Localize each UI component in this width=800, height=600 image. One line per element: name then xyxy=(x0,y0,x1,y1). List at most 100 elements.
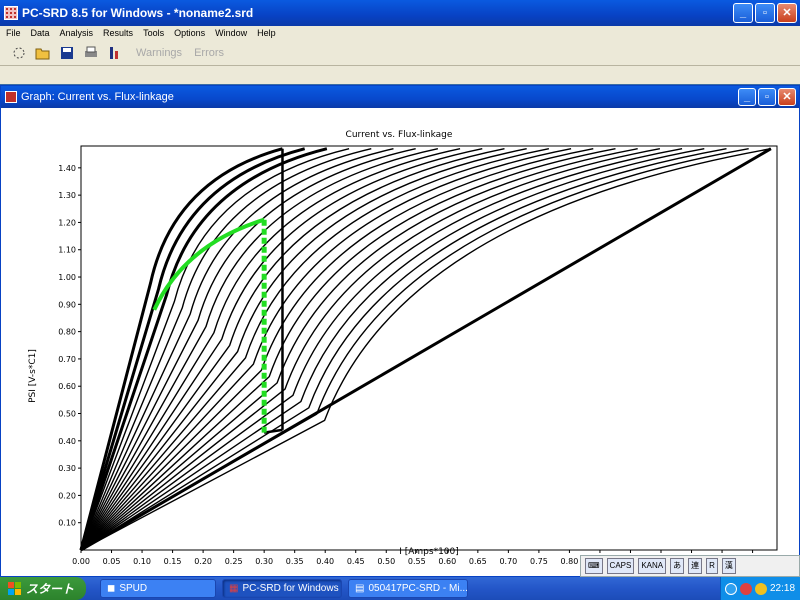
taskbar-item-word[interactable]: ▤ 050417PC-SRD - Mi... xyxy=(348,579,468,598)
graph-window: Graph: Current vs. Flux-linkage _ ▫ ✕ Cu… xyxy=(0,85,800,577)
mdi-background xyxy=(0,66,800,84)
y-tick-label: 0.40 xyxy=(58,437,76,446)
network-icon[interactable] xyxy=(725,582,737,595)
errors-button[interactable]: Errors xyxy=(194,47,224,59)
menu-file[interactable]: File xyxy=(6,28,21,38)
graph-window-controls: _ ▫ ✕ xyxy=(738,88,796,106)
graph-window-icon xyxy=(5,91,17,103)
boundary-base xyxy=(263,428,283,434)
current-flux-chart: Current vs. Flux-linkage 0.00 0.05 0.10 0.1… xyxy=(28,130,778,566)
language-bar: ⌨ CAPS KANA あ 連 R 漢 xyxy=(580,555,800,577)
menu-analysis[interactable]: Analysis xyxy=(60,28,94,38)
magnetization-curve xyxy=(80,148,505,551)
y-tick-label: 1.10 xyxy=(58,246,76,255)
kanji-mode[interactable]: 漢 xyxy=(721,558,736,574)
x-tick-label: 0.25 xyxy=(225,557,243,566)
y-tick-label: 1.00 xyxy=(58,273,76,282)
x-tick-label: 0.50 xyxy=(377,557,395,566)
x-tick-label: 0.00 xyxy=(72,557,90,566)
y-tick-label: 0.50 xyxy=(58,410,76,419)
print-button[interactable] xyxy=(82,44,100,62)
y-tick-label: 0.70 xyxy=(58,355,76,364)
x-tick-label: 0.60 xyxy=(438,557,456,566)
menu-bar: File Data Analysis Results Tools Options… xyxy=(0,26,800,40)
minimize-button[interactable]: _ xyxy=(733,3,753,23)
x-tick-label: 0.10 xyxy=(133,557,151,566)
conversion-mode[interactable]: 連 xyxy=(688,558,703,574)
maximize-button[interactable]: ▫ xyxy=(755,3,775,23)
y-axis-label: PSI [V-s*C1] xyxy=(28,349,38,403)
open-button[interactable] xyxy=(34,44,52,62)
graph-close-button[interactable]: ✕ xyxy=(778,88,796,106)
y-tick-label: 0.90 xyxy=(58,300,76,309)
x-tick-label: 0.30 xyxy=(255,557,273,566)
messenger-icon[interactable] xyxy=(755,582,767,595)
romaji-mode[interactable]: R xyxy=(706,558,718,574)
app-title-bar[interactable]: PC-SRD 8.5 for Windows - *noname2.srd _ … xyxy=(0,0,800,26)
menu-help[interactable]: Help xyxy=(257,28,276,38)
magnetization-curve xyxy=(80,148,616,551)
y-tick-label: 0.60 xyxy=(58,382,76,391)
new-file-icon xyxy=(13,47,25,58)
ime-icon[interactable]: ⌨ xyxy=(585,558,603,574)
save-button[interactable] xyxy=(58,44,76,62)
menu-tools[interactable]: Tools xyxy=(143,28,164,38)
windows-logo-icon xyxy=(8,581,21,595)
bar-chart-icon xyxy=(110,46,118,59)
x-tick-label: 0.15 xyxy=(164,557,182,566)
menu-results[interactable]: Results xyxy=(103,28,133,38)
spud-icon: ◼ xyxy=(107,583,116,594)
y-tick-label: 0.20 xyxy=(58,491,76,500)
y-tick-label: 0.30 xyxy=(58,464,76,473)
x-tick-label: 0.35 xyxy=(286,557,304,566)
x-tick-label: 0.70 xyxy=(499,557,517,566)
chart-title: Current vs. Flux-linkage xyxy=(346,130,453,140)
chart-button[interactable] xyxy=(106,44,124,62)
graph-window-title-bar[interactable]: Graph: Current vs. Flux-linkage _ ▫ ✕ xyxy=(1,86,799,108)
menu-data[interactable]: Data xyxy=(31,28,50,38)
plot-area: Current vs. Flux-linkage 0.00 0.05 0.10 0.1… xyxy=(1,108,799,576)
menu-window[interactable]: Window xyxy=(215,28,247,38)
pc-srd-icon: ▦ xyxy=(229,583,239,594)
warnings-button[interactable]: Warnings xyxy=(136,47,182,59)
taskbar-item-spud[interactable]: ◼ SPUD xyxy=(100,579,216,598)
app-title: PC-SRD 8.5 for Windows - *noname2.srd xyxy=(22,6,254,20)
x-tick-label: 0.75 xyxy=(530,557,548,566)
x-tick-label: 0.20 xyxy=(194,557,212,566)
graph-maximize-button[interactable]: ▫ xyxy=(758,88,776,106)
y-tick-label: 0.80 xyxy=(58,328,76,337)
curve-family xyxy=(79,147,772,552)
x-tick-label: 0.65 xyxy=(469,557,487,566)
x-tick-label: 0.40 xyxy=(316,557,334,566)
y-tick-label: 1.40 xyxy=(58,164,76,173)
taskbar-item-label: PC-SRD for Windows xyxy=(242,583,339,594)
app-window-controls: _ ▫ ✕ xyxy=(733,3,797,23)
magnetization-curve xyxy=(80,148,749,551)
taskbar-item-pc-srd[interactable]: ▦ PC-SRD for Windows xyxy=(222,579,342,598)
taskbar: スタート ◼ SPUD ▦ PC-SRD for Windows ▤ 05041… xyxy=(0,577,800,600)
save-icon xyxy=(61,46,73,59)
x-tick-label: 0.45 xyxy=(347,557,365,566)
magnetization-curve xyxy=(80,148,461,551)
open-folder-icon xyxy=(35,48,50,59)
taskbar-item-label: 050417PC-SRD - Mi... xyxy=(368,583,468,594)
start-label: スタート xyxy=(26,582,75,596)
input-mode-hiragana[interactable]: あ xyxy=(670,558,685,574)
magnetization-curve xyxy=(80,148,661,551)
close-button[interactable]: ✕ xyxy=(777,3,797,23)
menu-options[interactable]: Options xyxy=(174,28,205,38)
printer-icon xyxy=(85,46,97,57)
x-axis-label: I [Amps*100] xyxy=(399,547,459,557)
x-tick-label: 0.05 xyxy=(103,557,121,566)
graph-minimize-button[interactable]: _ xyxy=(738,88,756,106)
app-icon xyxy=(4,6,18,20)
new-file-button[interactable] xyxy=(10,44,28,62)
security-icon[interactable] xyxy=(740,582,752,595)
taskbar-item-label: SPUD xyxy=(119,583,148,594)
system-tray: 22:18 xyxy=(720,577,800,600)
start-button[interactable]: スタート xyxy=(0,577,86,600)
graph-window-title: Graph: Current vs. Flux-linkage xyxy=(21,91,174,103)
x-tick-label: 0.55 xyxy=(408,557,426,566)
kana-indicator: KANA xyxy=(638,558,667,574)
caps-indicator: CAPS xyxy=(606,558,635,574)
